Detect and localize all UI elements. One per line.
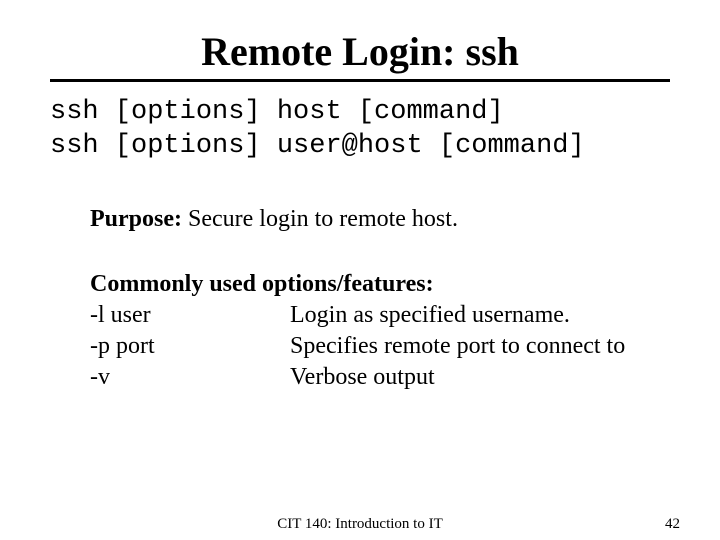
page-number: 42 [665, 516, 680, 533]
title-underline [50, 79, 670, 82]
slide: Remote Login: ssh ssh [options] host [co… [0, 0, 720, 540]
purpose-text: Secure login to remote host. [182, 206, 458, 232]
option-desc: Specifies remote port to connect to [290, 331, 625, 362]
option-desc: Verbose output [290, 362, 625, 393]
syntax-line-1: ssh [options] host [command] [50, 97, 504, 127]
slide-title: Remote Login: ssh [50, 28, 670, 75]
syntax-line-2: ssh [options] user@host [command] [50, 131, 585, 161]
footer-course: CIT 140: Introduction to IT [0, 516, 720, 533]
purpose-label: Purpose: [90, 206, 182, 232]
options-section: Commonly used options/features: -l user … [90, 269, 670, 394]
table-row: -l user Login as specified username. [90, 300, 625, 331]
option-desc: Login as specified username. [290, 300, 625, 331]
options-table: -l user Login as specified username. -p … [90, 300, 625, 394]
syntax-block: ssh [options] host [command] ssh [option… [50, 96, 670, 164]
body-content: Purpose: Secure login to remote host. Co… [90, 204, 670, 394]
table-row: -v Verbose output [90, 362, 625, 393]
table-row: -p port Specifies remote port to connect… [90, 331, 625, 362]
purpose-line: Purpose: Secure login to remote host. [90, 204, 670, 235]
options-heading: Commonly used options/features: [90, 269, 670, 300]
option-flag: -p port [90, 331, 290, 362]
option-flag: -l user [90, 300, 290, 331]
option-flag: -v [90, 362, 290, 393]
